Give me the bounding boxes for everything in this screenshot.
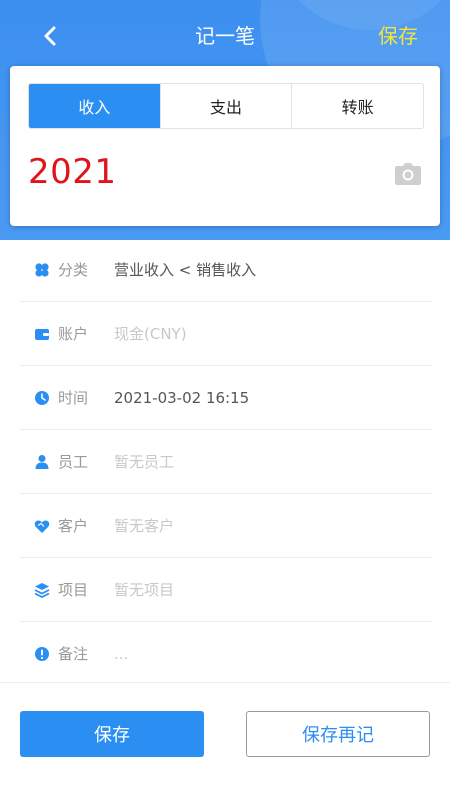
field-employee[interactable]: 员工 暂无员工 <box>20 430 432 494</box>
field-value: ... <box>114 644 129 663</box>
save-button[interactable]: 保存 <box>20 711 204 757</box>
field-project[interactable]: 项目 暂无项目 <box>20 558 432 622</box>
field-value: 营业收入 < 销售收入 <box>114 261 257 279</box>
tab-transfer[interactable]: 转账 <box>291 84 423 128</box>
field-label: 分类 <box>58 261 89 279</box>
field-note[interactable]: 备注 ... <box>20 622 432 686</box>
tab-income[interactable]: 收入 <box>29 84 160 128</box>
category-icon <box>34 262 50 278</box>
camera-button[interactable] <box>394 162 422 186</box>
footer-bar: 保存 保存再记 <box>0 682 450 801</box>
type-tabs: 收入 支出 转账 <box>28 83 424 129</box>
field-label: 备注 <box>58 645 89 663</box>
field-category[interactable]: 分类 营业收入 < 销售收入 <box>20 238 432 302</box>
field-customer[interactable]: 客户 暂无客户 <box>20 494 432 558</box>
handshake-icon <box>34 518 50 534</box>
header-save-button[interactable]: 保存 <box>378 20 418 52</box>
field-label: 账户 <box>58 325 89 343</box>
layers-icon <box>34 582 50 598</box>
alert-icon <box>34 646 50 662</box>
field-label: 员工 <box>58 453 89 471</box>
form-fields: 分类 营业收入 < 销售收入 账户 现金(CNY) 时间 2021-03-02 … <box>20 238 432 686</box>
amount-value[interactable]: 2021 <box>28 152 117 192</box>
field-account[interactable]: 账户 现金(CNY) <box>20 302 432 366</box>
field-label: 时间 <box>58 389 89 407</box>
field-time[interactable]: 时间 2021-03-02 16:15 <box>20 366 432 430</box>
save-and-new-button[interactable]: 保存再记 <box>246 711 430 757</box>
field-value: 2021-03-02 16:15 <box>114 388 250 407</box>
field-label: 客户 <box>58 517 89 535</box>
camera-icon <box>395 163 421 185</box>
amount-card: 收入 支出 转账 2021 <box>10 66 440 226</box>
clock-icon <box>34 390 50 406</box>
person-icon <box>34 454 50 470</box>
field-value: 暂无客户 <box>114 517 175 535</box>
field-value: 暂无员工 <box>114 453 175 471</box>
field-label: 项目 <box>58 581 89 599</box>
tab-expense[interactable]: 支出 <box>159 84 292 128</box>
field-value: 现金(CNY) <box>114 325 187 343</box>
field-value: 暂无项目 <box>114 581 175 599</box>
wallet-icon <box>34 326 50 342</box>
